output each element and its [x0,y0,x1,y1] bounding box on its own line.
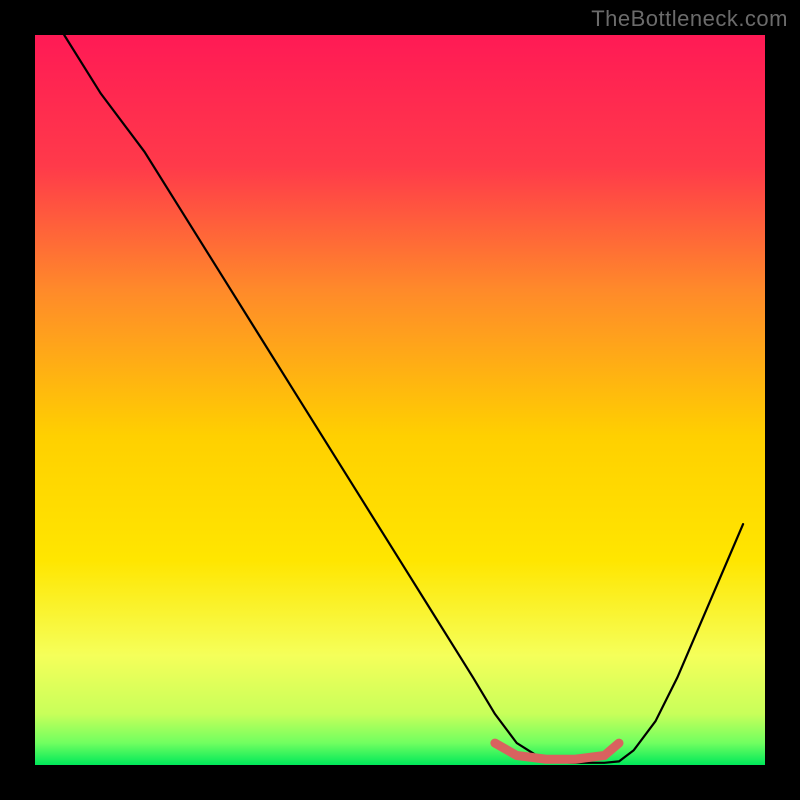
plot-area [35,35,765,765]
bottleneck-chart [0,0,800,800]
watermark-text: TheBottleneck.com [591,6,788,32]
